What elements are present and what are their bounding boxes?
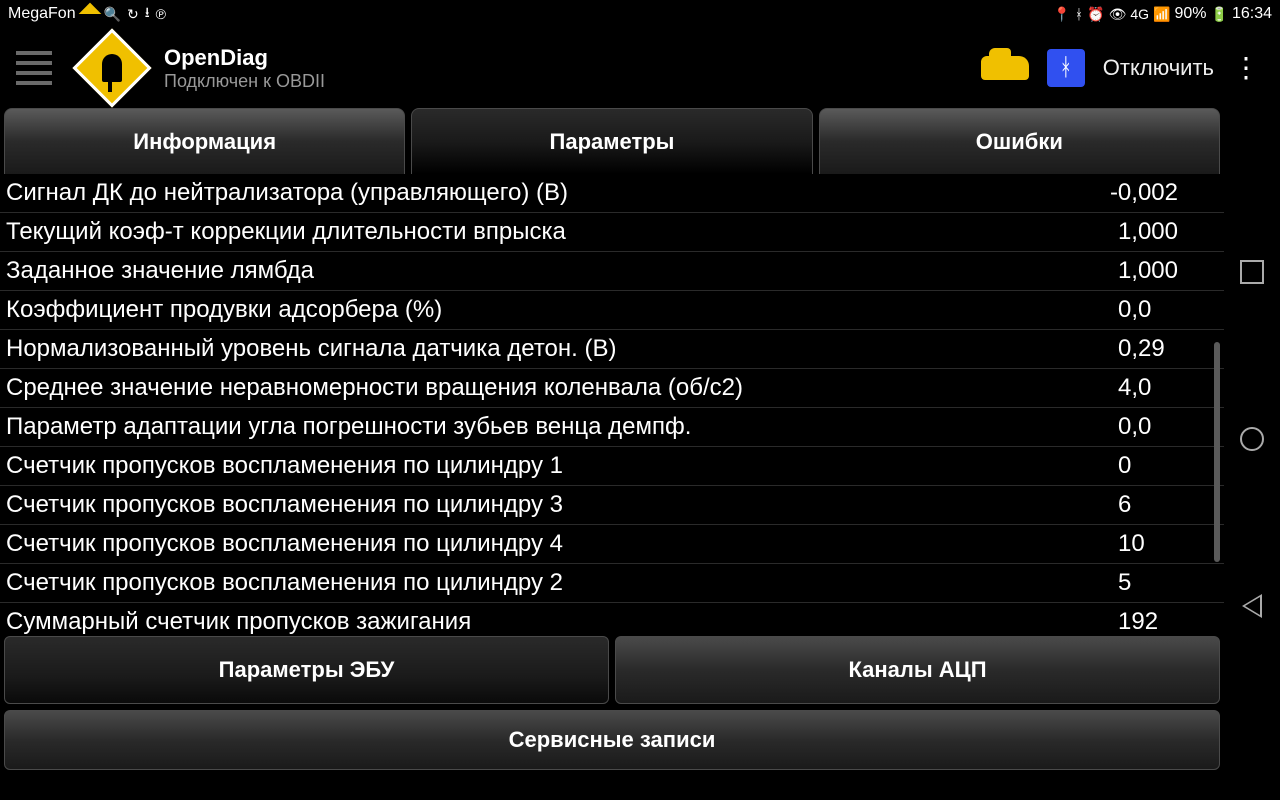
- battery-percent: 90%: [1174, 5, 1206, 23]
- param-value: 0: [1118, 452, 1218, 480]
- nav-home-button[interactable]: [1240, 427, 1264, 451]
- app-subtitle: Подключен к OBDII: [164, 71, 965, 92]
- app-header: OpenDiag Подключен к OBDII ᚼ Отключить ⋮: [0, 28, 1280, 108]
- disconnect-button[interactable]: Отключить: [1103, 55, 1214, 81]
- overflow-menu-button[interactable]: ⋮: [1232, 64, 1260, 72]
- app-title: OpenDiag: [164, 45, 965, 71]
- param-value: 10: [1118, 530, 1218, 558]
- download-icon: ⭳: [145, 2, 150, 26]
- status-bar: MegaFon 🔍 ↻ ⭳ ℗ 📍 ᚼ ⏰ 👁 4G 📶 90% 🔋 16:34: [0, 0, 1280, 28]
- tab-adc-channels[interactable]: Каналы АЦП: [615, 636, 1220, 704]
- param-value: 6: [1118, 491, 1218, 519]
- scrollbar[interactable]: [1214, 342, 1220, 562]
- alarm-icon: ⏰: [1087, 6, 1104, 23]
- eye-icon: 👁: [1109, 6, 1127, 23]
- param-value: 1,000: [1118, 218, 1218, 246]
- param-value: 0,29: [1118, 335, 1218, 363]
- bluetooth-icon: ᚼ: [1075, 6, 1083, 22]
- parameter-list[interactable]: Сигнал ДК до нейтрализатора (управляющег…: [0, 174, 1224, 634]
- param-row[interactable]: Заданное значение лямбда 1,000: [0, 252, 1224, 291]
- nav-recent-button[interactable]: [1240, 260, 1264, 284]
- megafon-icon: [78, 3, 101, 26]
- param-value: 1,000: [1118, 257, 1218, 285]
- tab-params[interactable]: Параметры: [411, 108, 812, 174]
- signal-icon: 📶: [1153, 6, 1170, 23]
- param-row[interactable]: Нормализованный уровень сигнала датчика …: [0, 330, 1224, 369]
- carrier-label: MegaFon: [8, 5, 76, 23]
- battery-icon: 🔋: [1211, 6, 1228, 23]
- param-value: 4,0: [1118, 374, 1218, 402]
- search-icon: 🔍: [104, 6, 121, 23]
- system-nav-bar: [1224, 108, 1280, 770]
- param-name: Счетчик пропусков воспламенения по цилин…: [6, 452, 583, 480]
- param-row[interactable]: Текущий коэф-т коррекции длительности вп…: [0, 213, 1224, 252]
- param-name: Счетчик пропусков воспламенения по цилин…: [6, 569, 583, 597]
- param-value: 192: [1118, 608, 1218, 634]
- tab-info[interactable]: Информация: [4, 108, 405, 174]
- param-row[interactable]: Счетчик пропусков воспламенения по цилин…: [0, 564, 1224, 603]
- param-name: Текущий коэф-т коррекции длительности вп…: [6, 218, 586, 246]
- param-row[interactable]: Коэффициент продувки адсорбера (%) 0,0: [0, 291, 1224, 330]
- clock: 16:34: [1232, 5, 1272, 23]
- network-4g-icon: 4G: [1130, 6, 1149, 22]
- param-name: Параметр адаптации угла погрешности зубь…: [6, 413, 711, 441]
- bottom-tabs: Параметры ЭБУ Каналы АЦП: [0, 636, 1224, 704]
- car-icon[interactable]: [981, 56, 1029, 80]
- pinterest-icon: ℗: [156, 6, 166, 22]
- param-row[interactable]: Счетчик пропусков воспламенения по цилин…: [0, 447, 1224, 486]
- param-name: Коэффициент продувки адсорбера (%): [6, 296, 462, 324]
- param-value: 0,0: [1118, 413, 1218, 441]
- param-name: Заданное значение лямбда: [6, 257, 334, 285]
- param-value: 5: [1118, 569, 1218, 597]
- top-tabs: Информация Параметры Ошибки: [0, 108, 1224, 174]
- param-value: -0,002: [1110, 179, 1218, 207]
- param-name: Сигнал ДК до нейтрализатора (управляющег…: [6, 179, 588, 207]
- tab-errors[interactable]: Ошибки: [819, 108, 1220, 174]
- loop-icon: ↻: [127, 6, 139, 23]
- app-logo-icon: [72, 28, 151, 107]
- param-row[interactable]: Сигнал ДК до нейтрализатора (управляющег…: [0, 174, 1224, 213]
- tab-ecu-params[interactable]: Параметры ЭБУ: [4, 636, 609, 704]
- location-icon: 📍: [1053, 6, 1070, 23]
- menu-button[interactable]: [8, 43, 60, 93]
- param-row[interactable]: Суммарный счетчик пропусков зажигания 192: [0, 603, 1224, 634]
- param-row[interactable]: Счетчик пропусков воспламенения по цилин…: [0, 486, 1224, 525]
- param-name: Среднее значение неравномерности вращени…: [6, 374, 763, 402]
- service-records-button[interactable]: Сервисные записи: [4, 710, 1220, 770]
- param-name: Счетчик пропусков воспламенения по цилин…: [6, 491, 583, 519]
- param-name: Нормализованный уровень сигнала датчика …: [6, 335, 636, 363]
- nav-back-button[interactable]: [1242, 594, 1262, 618]
- param-name: Счетчик пропусков воспламенения по цилин…: [6, 530, 583, 558]
- param-row[interactable]: Параметр адаптации угла погрешности зубь…: [0, 408, 1224, 447]
- param-name: Суммарный счетчик пропусков зажигания: [6, 608, 491, 634]
- param-row[interactable]: Среднее значение неравномерности вращени…: [0, 369, 1224, 408]
- param-value: 0,0: [1118, 296, 1218, 324]
- bluetooth-button[interactable]: ᚼ: [1047, 49, 1085, 87]
- param-row[interactable]: Счетчик пропусков воспламенения по цилин…: [0, 525, 1224, 564]
